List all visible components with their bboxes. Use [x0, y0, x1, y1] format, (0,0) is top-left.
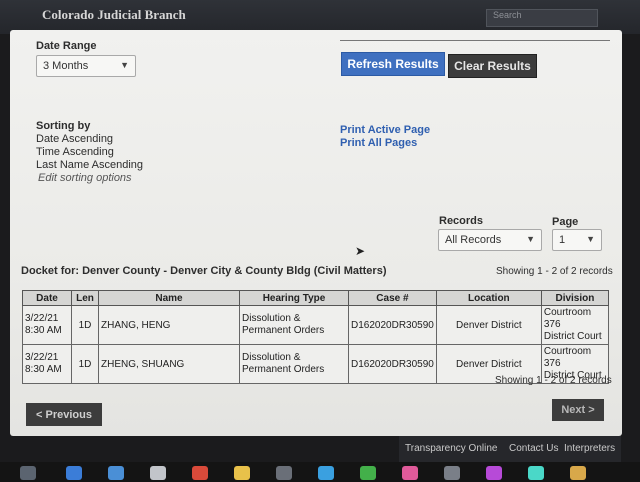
app-icon[interactable] [570, 466, 586, 480]
previous-page-button[interactable]: < Previous [26, 403, 102, 426]
mouse-cursor-icon: ➤ [355, 244, 366, 258]
chevron-down-icon: ▼ [120, 60, 129, 70]
app-icon[interactable] [486, 466, 502, 480]
print-active-page-link[interactable]: Print Active Page [340, 124, 430, 136]
records-value: All Records [445, 234, 502, 246]
app-icon[interactable] [234, 466, 250, 480]
cell-len: 1D [71, 305, 99, 345]
docket-search-panel: Date Range 3 Months ▼ Refresh Results Cl… [10, 30, 622, 436]
footer-link-contact[interactable]: Contact Us [509, 443, 558, 454]
chevron-down-icon: ▼ [526, 234, 535, 244]
site-footer: Transparency Online Contact Us Interpret… [399, 436, 621, 462]
cell-name: ZHANG, HENG [98, 305, 240, 345]
column-header[interactable]: Case # [348, 290, 437, 306]
page-label: Page [552, 216, 579, 228]
search-placeholder: Search [493, 10, 522, 20]
table-header-row: Date Len Name Hearing Type Case # Locati… [22, 290, 610, 306]
app-icon[interactable] [108, 466, 124, 480]
header-divider [340, 30, 610, 41]
cell-len: 1D [71, 344, 99, 384]
footer-link-more[interactable]: Interpreters [564, 443, 615, 454]
docket-table: Date Len Name Hearing Type Case # Locati… [22, 290, 610, 384]
app-icon[interactable] [318, 466, 334, 480]
app-icon[interactable] [444, 466, 460, 480]
records-select[interactable]: All Records ▼ [438, 229, 542, 251]
column-header[interactable]: Location [435, 290, 542, 306]
sort-item: Time Ascending [36, 146, 114, 158]
showing-count-top: Showing 1 - 2 of 2 records [496, 266, 613, 277]
app-icon[interactable] [276, 466, 292, 480]
app-icon[interactable] [20, 466, 36, 480]
column-header[interactable]: Hearing Type [239, 290, 349, 306]
column-header[interactable]: Name [98, 290, 240, 306]
cell-case-number: D162020DR30590 [348, 305, 437, 345]
column-header[interactable]: Division [540, 290, 610, 306]
clear-results-button[interactable]: Clear Results [448, 54, 537, 78]
sort-item: Last Name Ascending [36, 159, 144, 171]
cell-division: Courtroom 376 District Court [540, 305, 610, 345]
edit-sorting-link[interactable]: Edit sorting options [38, 172, 132, 184]
records-label: Records [439, 215, 484, 227]
next-page-button[interactable]: Next > [552, 399, 604, 421]
cell-location: Denver District [435, 305, 542, 345]
app-icon[interactable] [360, 466, 376, 480]
taskbar [0, 462, 640, 482]
brand-title[interactable]: Colorado Judicial Branch [42, 7, 186, 23]
footer-link-transparency[interactable]: Transparency Online [405, 443, 497, 454]
date-range-label: Date Range [36, 40, 97, 52]
app-icon[interactable] [66, 466, 82, 480]
sorting-title: Sorting by [36, 120, 91, 132]
cell-case-number: D162020DR30590 [348, 344, 437, 384]
app-icon[interactable] [402, 466, 418, 480]
cell-name: ZHENG, SHUANG [98, 344, 240, 384]
page-select[interactable]: 1 ▼ [552, 229, 602, 251]
page-value: 1 [559, 234, 566, 246]
sort-item: Date Ascending [36, 133, 114, 145]
date-range-value: 3 Months [43, 60, 89, 72]
date-range-select[interactable]: 3 Months ▼ [36, 55, 136, 77]
app-icon[interactable] [150, 466, 166, 480]
chevron-down-icon: ▼ [586, 234, 595, 244]
search-input[interactable]: Search [486, 9, 598, 27]
cell-date: 3/22/21 8:30 AM [22, 305, 72, 345]
docket-title: Docket for: Denver County - Denver City … [21, 265, 387, 277]
table-row[interactable]: 3/22/21 8:30 AM 1D ZHANG, HENG Dissolutio… [22, 305, 610, 345]
column-header[interactable]: Date [22, 290, 72, 306]
column-header[interactable]: Len [71, 290, 99, 306]
refresh-results-button[interactable]: Refresh Results [341, 52, 445, 76]
cell-date: 3/22/21 8:30 AM [22, 344, 72, 384]
cell-hearing-type: Dissolution & Permanent Orders [239, 344, 349, 384]
app-icon[interactable] [528, 466, 544, 480]
app-icon[interactable] [192, 466, 208, 480]
showing-count-bottom: Showing 1 - 2 of 2 records [495, 375, 612, 386]
cell-hearing-type: Dissolution & Permanent Orders [239, 305, 349, 345]
site-header: Colorado Judicial Branch Search [0, 0, 640, 34]
print-all-pages-link[interactable]: Print All Pages [340, 137, 417, 149]
